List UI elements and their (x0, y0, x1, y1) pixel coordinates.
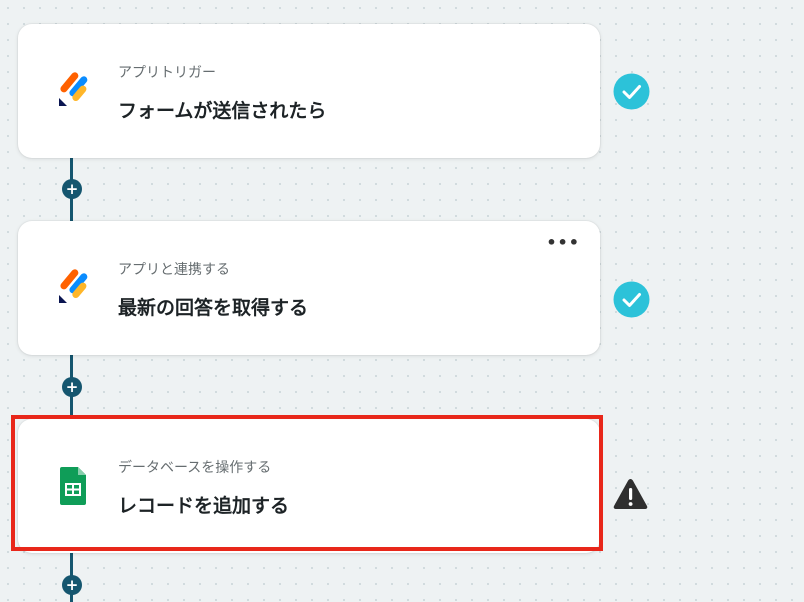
step-card-get-latest-answer[interactable]: ••• アプリと連携する 最新の回答を取得する (18, 221, 600, 355)
step-title: フォームが送信されたら (118, 100, 327, 122)
jotform-icon (59, 269, 88, 303)
check-icon (613, 281, 650, 318)
add-step-button[interactable]: + (62, 179, 82, 199)
add-step-button[interactable]: + (62, 575, 82, 595)
warning-icon (613, 479, 648, 509)
add-step-button[interactable]: + (62, 377, 82, 397)
jotform-icon (59, 72, 88, 106)
step-category-label: アプリと連携する (118, 262, 230, 278)
more-options-icon[interactable]: ••• (546, 235, 580, 251)
check-icon (613, 73, 650, 110)
step-category-label: アプリトリガー (118, 65, 216, 81)
step-title: 最新の回答を取得する (118, 297, 309, 319)
step-card-trigger[interactable]: アプリトリガー フォームが送信されたら (18, 24, 600, 158)
google-sheets-icon (60, 467, 86, 505)
step-card-add-record[interactable]: データベースを操作する レコードを追加する (18, 419, 600, 553)
step-title: レコードを追加する (118, 495, 290, 517)
step-category-label: データベースを操作する (118, 460, 272, 476)
